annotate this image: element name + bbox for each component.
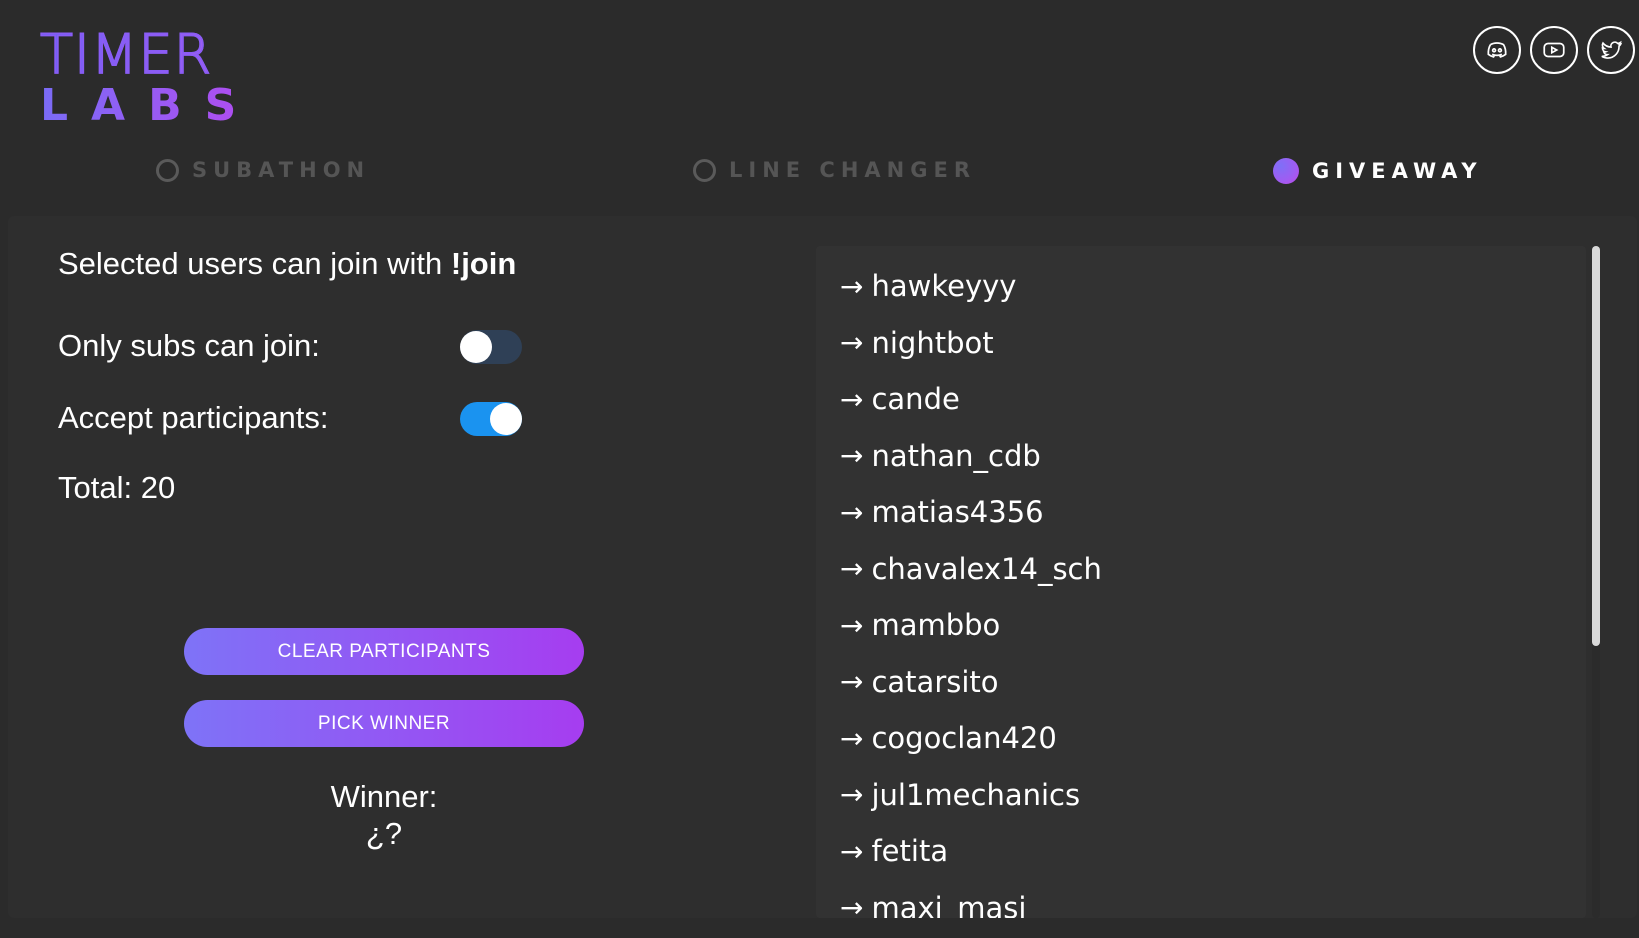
twitter-link[interactable]	[1587, 26, 1635, 74]
pick-winner-button[interactable]: PICK WINNER	[184, 700, 584, 747]
toggle-knob	[490, 403, 522, 435]
arrow-icon: →	[840, 665, 864, 699]
participant-item: → chavalex14_sch	[840, 541, 1102, 598]
participant-name: cande	[871, 382, 960, 417]
social-links	[1473, 26, 1635, 74]
logo-bottom-text: LABS	[40, 80, 260, 131]
arrow-icon: →	[840, 608, 864, 642]
arrow-icon: →	[840, 269, 864, 303]
radio-selected-icon	[1273, 158, 1299, 184]
participants-items: → hawkeyyy → nightbot → cande → nathan_cdb → mati…	[840, 258, 1102, 918]
participant-item: → cogoclan420	[840, 710, 1102, 767]
participant-item: → hawkeyyy	[840, 258, 1102, 315]
participants-scrollbar[interactable]	[1592, 246, 1600, 918]
join-prefix: Selected users can join with	[58, 246, 451, 281]
arrow-icon: →	[840, 382, 864, 416]
discord-icon	[1487, 42, 1507, 58]
timer-labs-logo: TIMER LABS	[39, 27, 260, 131]
accept-participants-label: Accept participants:	[58, 400, 329, 435]
arrow-icon: →	[840, 439, 864, 473]
tab-giveaway[interactable]: GIVEAWAY	[1273, 158, 1483, 184]
participant-item: → fetita	[840, 823, 1102, 880]
arrow-icon: →	[840, 552, 864, 586]
participant-item: → matias4356	[840, 484, 1102, 541]
participant-name: maxi_masi	[871, 890, 1027, 918]
tab-line-changer[interactable]: LINE CHANGER	[693, 158, 976, 182]
discord-link[interactable]	[1473, 26, 1521, 74]
giveaway-controls: Selected users can join with !join Only …	[8, 216, 798, 918]
participant-item: → catarsito	[840, 654, 1102, 711]
participant-name: chavalex14_sch	[871, 551, 1102, 586]
winner-display: Winner: ¿?	[184, 778, 584, 852]
participant-item: → jul1mechanics	[840, 767, 1102, 824]
participant-name: catarsito	[871, 664, 999, 699]
participant-name: cogoclan420	[871, 721, 1057, 756]
participant-item: → maxi_masi	[840, 880, 1102, 918]
participant-name: fetita	[871, 834, 949, 869]
app-root: TIMER LABS SUBATHON LINE CHANGER GIVEAWA…	[0, 0, 1639, 938]
tab-subathon[interactable]: SUBATHON	[156, 158, 370, 182]
arrow-icon: →	[840, 495, 864, 529]
arrow-icon: →	[840, 891, 864, 918]
tab-label: LINE CHANGER	[729, 158, 976, 182]
youtube-icon	[1543, 42, 1565, 58]
twitter-icon	[1601, 40, 1623, 59]
tab-label: GIVEAWAY	[1312, 159, 1483, 183]
arrow-icon: →	[840, 721, 864, 755]
radio-icon	[693, 158, 716, 182]
youtube-link[interactable]	[1530, 26, 1578, 74]
participant-name: matias4356	[871, 495, 1044, 530]
join-instruction: Selected users can join with !join	[58, 246, 516, 282]
participant-name: nightbot	[871, 325, 994, 360]
mode-tabs: SUBATHON LINE CHANGER GIVEAWAY	[0, 158, 1639, 194]
winner-label: Winner:	[330, 779, 438, 814]
arrow-icon: →	[840, 834, 864, 868]
logo-top-text: TIMER	[39, 27, 259, 83]
arrow-icon: →	[840, 778, 864, 812]
radio-icon	[156, 158, 179, 182]
participant-name: hawkeyyy	[871, 269, 1017, 304]
participant-name: nathan_cdb	[871, 438, 1041, 473]
participants-list[interactable]: → hawkeyyy → nightbot → cande → nathan_cdb → mati…	[816, 246, 1586, 918]
participant-item: → nightbot	[840, 315, 1102, 372]
participant-item: → mambbo	[840, 597, 1102, 654]
participant-item: → cande	[840, 371, 1102, 428]
accept-participants-toggle[interactable]	[460, 402, 522, 436]
participant-name: jul1mechanics	[871, 777, 1081, 812]
subs-only-label: Only subs can join:	[58, 328, 320, 363]
participant-item: → nathan_cdb	[840, 428, 1102, 485]
tab-label: SUBATHON	[192, 158, 371, 182]
subs-only-toggle[interactable]	[460, 330, 522, 364]
giveaway-panel: Selected users can join with !join Only …	[8, 216, 1637, 918]
participant-name: mambbo	[871, 608, 1001, 643]
scrollbar-thumb[interactable]	[1592, 246, 1600, 646]
clear-participants-button[interactable]: CLEAR PARTICIPANTS	[184, 628, 584, 675]
participants-total: Total: 20	[58, 470, 176, 505]
winner-value: ¿?	[365, 816, 403, 851]
toggle-knob	[460, 331, 492, 363]
arrow-icon: →	[840, 326, 864, 360]
join-command: !join	[450, 246, 517, 281]
